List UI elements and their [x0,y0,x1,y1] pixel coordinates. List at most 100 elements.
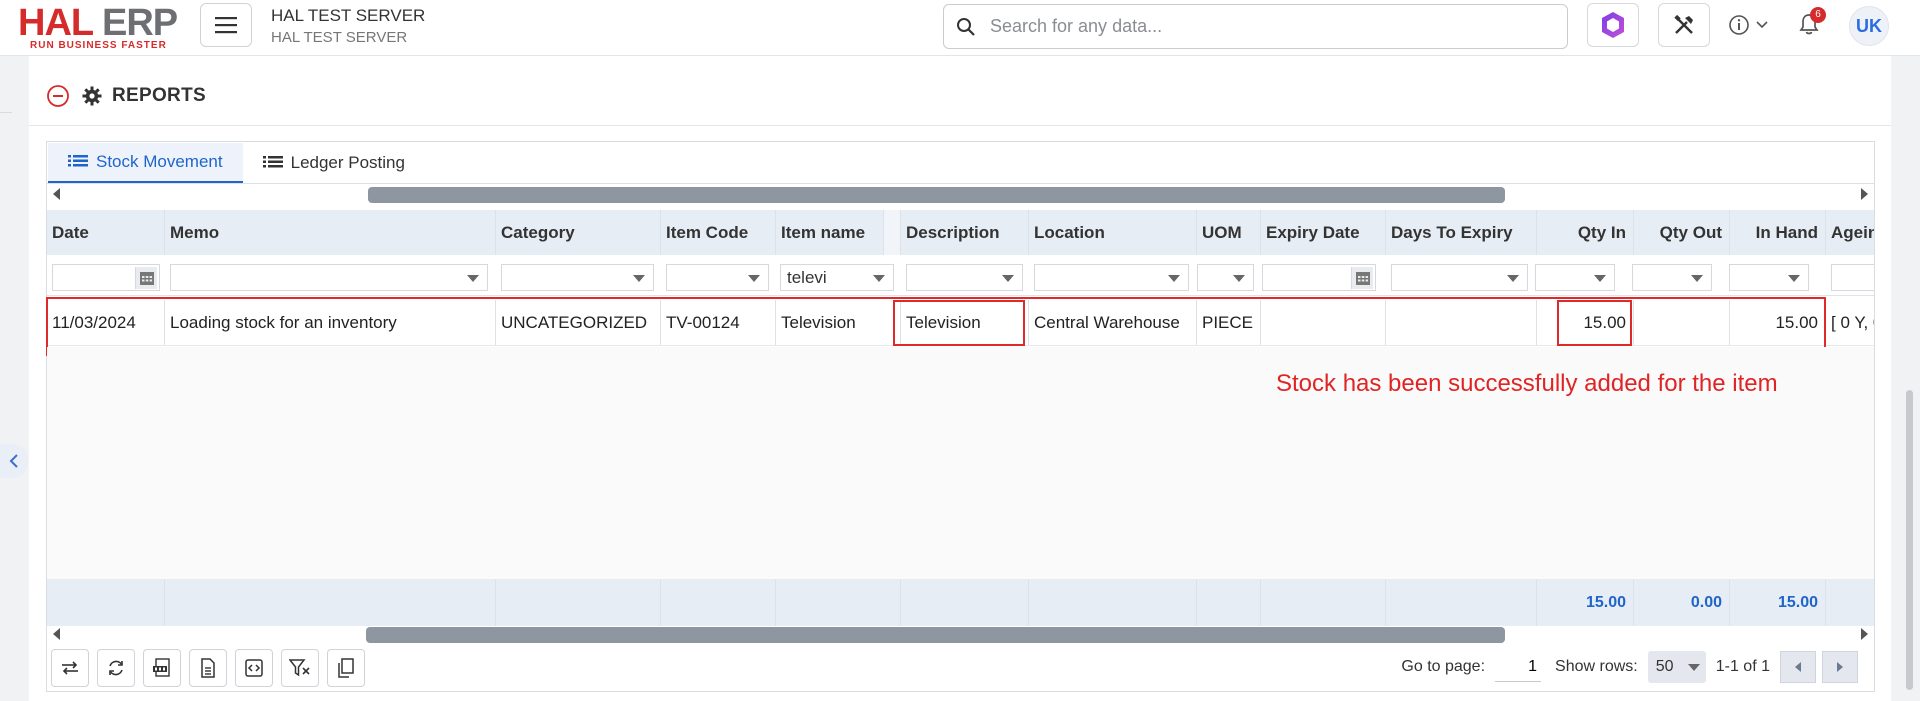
column-header-category[interactable]: Category [496,210,661,255]
scroll-right-arrow[interactable] [1861,188,1868,200]
copy-button[interactable] [327,649,365,687]
report-tabs: Stock Movement Ledger Posting [48,143,425,183]
ai-assistant-button[interactable] [1587,3,1639,47]
tab-label: Ledger Posting [290,153,405,172]
export-code-button[interactable] [235,649,273,687]
column-header-qty-out[interactable]: Qty Out [1634,210,1730,255]
show-rows-label: Show rows: [1555,658,1638,675]
tools-button[interactable] [1658,3,1710,47]
scrollbar-thumb[interactable] [366,627,1505,643]
filter-qty-out[interactable] [1632,264,1712,291]
filter-expiry-date[interactable] [1262,264,1376,291]
filter-ageing[interactable] [1831,264,1874,291]
total-qty-out: 0.00 [1634,579,1730,626]
filter-date[interactable] [52,264,160,291]
hal-erp-logo[interactable]: HAL ERP RUN BUSINESS FASTER [18,2,183,51]
swap-arrows-icon [62,661,78,675]
filter-location[interactable] [1034,264,1189,291]
column-header-days-to-expiry[interactable]: Days To Expiry [1386,210,1537,255]
column-header-description[interactable]: Description [901,210,1029,255]
column-header-expiry-date[interactable]: Expiry Date [1261,210,1386,255]
filter-item-code[interactable] [666,264,769,291]
divider [0,112,12,113]
footer-cell [1261,579,1386,626]
calendar-icon[interactable] [1351,267,1373,289]
calendar-icon[interactable] [135,267,157,289]
server-info: HAL TEST SERVER HAL TEST SERVER [271,6,425,46]
notifications-button[interactable]: 6 [1798,7,1826,41]
column-header-qty-in[interactable]: Qty In [1537,210,1634,255]
sidebar-expand-handle[interactable] [0,444,28,478]
total-in-hand: 15.00 [1730,579,1826,626]
dropdown-caret-icon [1002,275,1014,282]
column-header-item-code[interactable]: Item Code [661,210,776,255]
horizontal-scrollbar-top[interactable] [47,185,1874,203]
cell-ageing: [ 0 Y, 0 [1831,312,1874,332]
dropdown-caret-icon [748,275,760,282]
scrollbar-thumb[interactable] [368,187,1505,203]
filter-uom[interactable] [1197,264,1254,291]
column-header-date[interactable]: Date [47,210,165,255]
tab-stock-movement[interactable]: Stock Movement [48,143,243,183]
user-avatar[interactable]: UK [1849,6,1889,46]
list-icon [262,156,283,168]
reports-section-header[interactable]: REPORTS [46,84,206,108]
ai-logo-icon [1602,12,1624,38]
section-title: REPORTS [112,85,206,106]
footer-cell [496,579,661,626]
pdf-file-icon [153,658,170,677]
scroll-right-arrow[interactable] [1861,628,1868,640]
scroll-left-arrow[interactable] [53,628,60,640]
filter-in-hand[interactable] [1729,264,1809,291]
dropdown-caret-icon [873,275,885,282]
scroll-left-arrow[interactable] [53,188,60,200]
dropdown-caret-icon [1507,275,1519,282]
logo-text-erp: ERP [101,2,178,44]
footer-cell [1029,579,1197,626]
rows-per-page-select[interactable]: 50 [1647,651,1706,683]
column-header-in-hand[interactable]: In Hand [1730,210,1826,255]
dropdown-caret-icon [1691,275,1703,282]
column-header-item-name[interactable]: Item name [776,210,884,255]
swap-columns-button[interactable] [51,649,89,687]
search-icon [957,17,975,36]
collapse-icon[interactable] [46,84,70,108]
next-page-button[interactable] [1822,651,1858,683]
horizontal-scrollbar-bottom[interactable] [47,625,1874,643]
page-scrollbar[interactable] [1906,390,1913,690]
filter-category[interactable] [501,264,654,291]
filter-memo[interactable] [170,264,488,291]
previous-page-button[interactable] [1780,651,1816,683]
column-header-uom[interactable]: UOM [1197,210,1261,255]
hamburger-menu-button[interactable] [200,3,252,47]
filter-days-to-expiry[interactable] [1391,264,1528,291]
table-header-row: Date Memo Category Item Code Item name D… [47,210,1874,255]
annotation-text: Stock has been successfully added for th… [1276,370,1778,397]
logo-tagline: RUN BUSINESS FASTER [30,40,167,51]
page-number-input[interactable] [1495,652,1542,682]
global-search[interactable] [943,4,1568,49]
caret-left-icon [1795,662,1801,672]
filter-qty-in[interactable] [1535,264,1615,291]
tab-ledger-posting[interactable]: Ledger Posting [243,143,425,183]
footer-cell [1386,579,1537,626]
clear-filters-button[interactable] [281,649,319,687]
filter-description[interactable] [906,264,1023,291]
search-input[interactable] [990,16,1550,37]
info-icon [1729,15,1749,35]
export-document-button[interactable] [189,649,227,687]
filter-clear-icon [289,659,310,677]
filter-item-name[interactable]: televi [780,264,894,291]
column-header-memo[interactable]: Memo [165,210,496,255]
page-range: 1-1 of 1 [1715,658,1770,675]
column-header-location[interactable]: Location [1029,210,1197,255]
export-pdf-button[interactable] [143,649,181,687]
help-menu[interactable] [1728,14,1768,36]
logo-text-hal: HAL [18,2,93,44]
column-resize-handle[interactable] [884,210,901,255]
refresh-button[interactable] [97,649,135,687]
column-header-ageing[interactable]: Ageing [1826,210,1874,255]
divider [47,183,1874,184]
footer-cell [47,579,165,626]
footer-cell [776,579,901,626]
